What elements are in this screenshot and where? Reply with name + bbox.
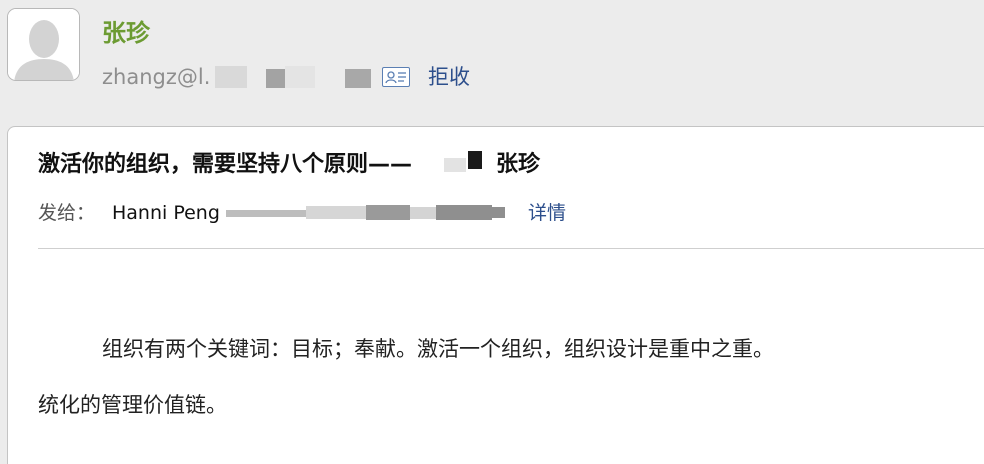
email-redaction <box>285 66 315 88</box>
mail-card: 激活你的组织，需要坚持八个原则—— 张珍 发给： Hanni Peng 详情 组织… <box>7 126 984 464</box>
recipient-name[interactable]: Hanni Peng <box>112 197 220 229</box>
vcard-icon[interactable] <box>382 67 410 87</box>
recipient-redaction <box>226 210 306 217</box>
reject-link[interactable]: 拒收 <box>428 60 470 94</box>
sender-email[interactable]: zhangz@l. <box>102 60 210 94</box>
details-link[interactable]: 详情 <box>528 197 566 229</box>
body-paragraph: 组织有两个关键词：目标；奉献。激活一个组织，组织设计是重中之重。 <box>102 337 774 361</box>
subject-redaction <box>468 151 483 169</box>
mail-view: 张珍 zhangz@l. 拒收 激活你的组织，需要坚持八个原则—— 张珍 发给：… <box>0 0 984 464</box>
person-silhouette-icon <box>8 9 79 80</box>
mail-subject: 激活你的组织，需要坚持八个原则—— 张珍 <box>38 147 540 183</box>
sender-avatar[interactable] <box>7 8 80 81</box>
email-redaction <box>266 69 287 88</box>
recipient-redaction <box>306 206 366 219</box>
recipient-redaction <box>491 207 505 218</box>
mail-subject-author: 张珍 <box>496 152 541 177</box>
recipient-label: 发给： <box>38 202 96 224</box>
recipient-redaction <box>436 205 492 220</box>
recipient-redaction <box>410 207 436 219</box>
body-paragraph: 统化的管理价值链。 <box>38 393 227 417</box>
mail-subject-text: 激活你的组织，需要坚持八个原则—— <box>38 152 413 177</box>
sender-header: 张珍 zhangz@l. 拒收 <box>0 0 984 118</box>
email-redaction <box>215 66 247 88</box>
email-redaction <box>345 69 371 88</box>
sender-name[interactable]: 张珍 <box>102 16 150 50</box>
header-divider <box>38 248 984 249</box>
recipient-redaction <box>366 205 410 220</box>
subject-redaction <box>444 158 467 172</box>
